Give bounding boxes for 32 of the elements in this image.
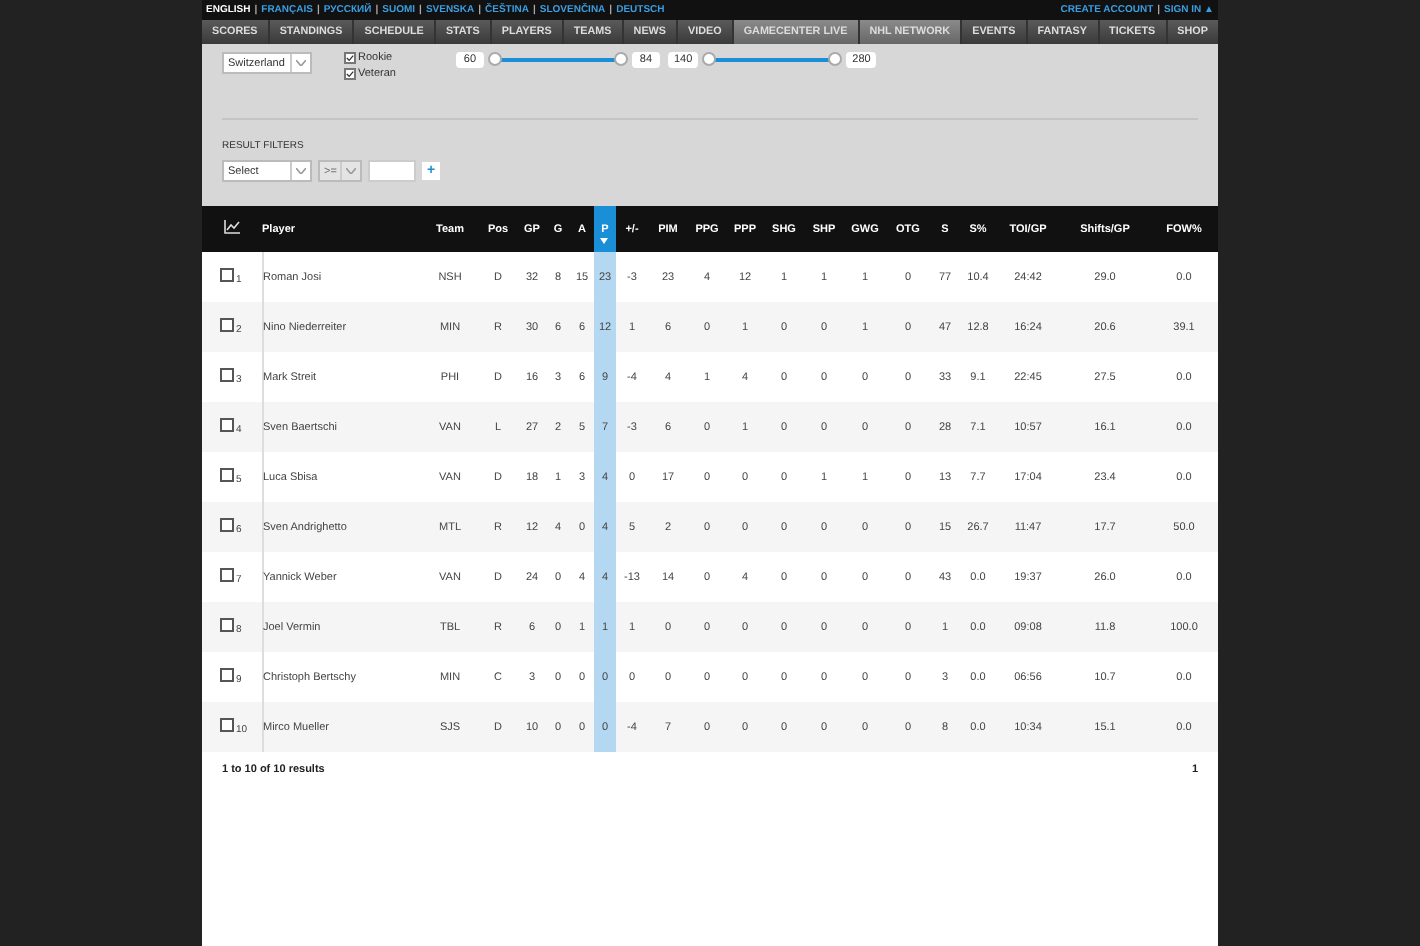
row-checkbox[interactable] — [220, 568, 234, 583]
rank-number: 2 — [236, 323, 242, 336]
row-checkbox[interactable] — [220, 718, 234, 733]
row-checkbox[interactable] — [220, 368, 234, 383]
rank-number: 3 — [236, 373, 242, 386]
rank-number: 5 — [236, 473, 242, 486]
row-checkbox[interactable] — [220, 618, 234, 633]
caret-icon — [296, 168, 306, 174]
rank-number: 1 — [236, 273, 242, 286]
chart-icon[interactable] — [224, 220, 240, 234]
rank-number: 10 — [236, 723, 248, 736]
caret-icon — [346, 168, 356, 174]
rank-number: 9 — [236, 673, 242, 686]
slider-handle[interactable] — [828, 52, 843, 66]
slider-handle[interactable] — [702, 52, 717, 66]
rank-number: 7 — [236, 573, 242, 586]
sort-arrow-icon — [600, 238, 608, 244]
row-checkbox[interactable] — [220, 468, 234, 483]
checkbox[interactable] — [344, 52, 356, 64]
row-checkbox[interactable] — [220, 418, 234, 433]
slider-handle[interactable] — [613, 52, 628, 66]
value-input[interactable] — [368, 160, 416, 182]
rank-number: 4 — [236, 423, 242, 436]
rank-number: 8 — [236, 623, 242, 636]
row-checkbox[interactable] — [220, 268, 234, 283]
checkbox[interactable] — [344, 68, 356, 80]
row-checkbox[interactable] — [220, 518, 234, 533]
caret-icon — [296, 60, 306, 66]
row-checkbox[interactable] — [220, 668, 234, 683]
row-checkbox[interactable] — [220, 318, 234, 333]
rank-number: 6 — [236, 523, 242, 536]
slider-handle[interactable] — [487, 52, 502, 66]
